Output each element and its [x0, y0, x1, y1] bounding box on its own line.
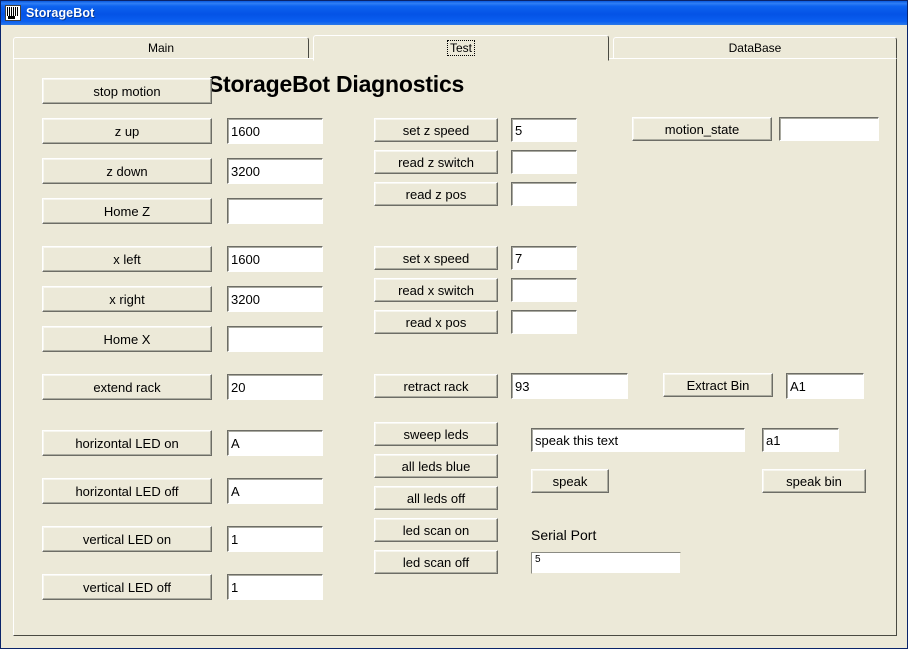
sweep-leds-button[interactable]: sweep leds	[374, 422, 498, 446]
read-x-switch-button[interactable]: read x switch	[374, 278, 498, 302]
retract-rack-button[interactable]: retract rack	[374, 374, 498, 398]
z-up-button[interactable]: z up	[42, 118, 212, 144]
vertical-led-on-field[interactable]: 1	[227, 526, 323, 552]
storage-grid-icon	[5, 5, 21, 21]
set-z-speed-button[interactable]: set z speed	[374, 118, 498, 142]
speak-text-field[interactable]: speak this text	[531, 428, 745, 452]
window-title: StorageBot	[26, 6, 95, 20]
horizontal-led-off-field[interactable]: A	[227, 478, 323, 504]
read-z-switch-field[interactable]	[511, 150, 577, 174]
horizontal-led-off-button[interactable]: horizontal LED off	[42, 478, 212, 504]
read-z-switch-button[interactable]: read z switch	[374, 150, 498, 174]
home-x-field[interactable]	[227, 326, 323, 352]
set-z-speed-field[interactable]: 5	[511, 118, 577, 142]
x-right-field[interactable]: 3200	[227, 286, 323, 312]
test-tab-panel: StorageBot Diagnostics stop motion z up …	[13, 58, 897, 636]
led-scan-on-button[interactable]: led scan on	[374, 518, 498, 542]
extend-rack-field[interactable]: 20	[227, 374, 323, 400]
motion-state-button[interactable]: motion_state	[632, 117, 772, 141]
read-x-switch-field[interactable]	[511, 278, 577, 302]
x-left-button[interactable]: x left	[42, 246, 212, 272]
stop-motion-button[interactable]: stop motion	[42, 78, 212, 104]
vertical-led-off-field[interactable]: 1	[227, 574, 323, 600]
z-down-field[interactable]: 3200	[227, 158, 323, 184]
set-x-speed-button[interactable]: set x speed	[374, 246, 498, 270]
z-up-field[interactable]: 1600	[227, 118, 323, 144]
motion-state-field[interactable]	[779, 117, 879, 141]
horizontal-led-on-button[interactable]: horizontal LED on	[42, 430, 212, 456]
read-z-pos-field[interactable]	[511, 182, 577, 206]
vertical-led-on-button[interactable]: vertical LED on	[42, 526, 212, 552]
vertical-led-off-button[interactable]: vertical LED off	[42, 574, 212, 600]
horizontal-led-on-field[interactable]: A	[227, 430, 323, 456]
x-right-button[interactable]: x right	[42, 286, 212, 312]
tab-database-label: DataBase	[728, 41, 782, 55]
led-scan-off-button[interactable]: led scan off	[374, 550, 498, 574]
tab-test-label: Test	[446, 40, 475, 56]
title-bar: StorageBot	[1, 1, 907, 25]
serial-port-field[interactable]: 5	[531, 552, 681, 574]
tab-strip: Main Test DataBase	[13, 35, 897, 61]
retract-rack-field[interactable]: 93	[511, 373, 628, 399]
set-x-speed-field[interactable]: 7	[511, 246, 577, 270]
home-z-field[interactable]	[227, 198, 323, 224]
all-leds-off-button[interactable]: all leds off	[374, 486, 498, 510]
home-x-button[interactable]: Home X	[42, 326, 212, 352]
z-down-button[interactable]: z down	[42, 158, 212, 184]
extract-bin-field[interactable]: A1	[786, 373, 864, 399]
all-leds-blue-button[interactable]: all leds blue	[374, 454, 498, 478]
read-x-pos-button[interactable]: read x pos	[374, 310, 498, 334]
tab-test[interactable]: Test	[313, 35, 609, 61]
speak-bin-field[interactable]: a1	[762, 428, 839, 452]
storagebot-window: StorageBot Main Test DataBase StorageBot…	[0, 0, 908, 649]
tab-main-label: Main	[147, 41, 174, 55]
home-z-button[interactable]: Home Z	[42, 198, 212, 224]
extend-rack-button[interactable]: extend rack	[42, 374, 212, 400]
tab-main[interactable]: Main	[13, 37, 309, 59]
serial-port-label: Serial Port	[531, 527, 597, 543]
speak-bin-button[interactable]: speak bin	[762, 469, 866, 493]
tab-database[interactable]: DataBase	[613, 37, 897, 59]
read-z-pos-button[interactable]: read z pos	[374, 182, 498, 206]
read-x-pos-field[interactable]	[511, 310, 577, 334]
extract-bin-button[interactable]: Extract Bin	[663, 373, 773, 397]
x-left-field[interactable]: 1600	[227, 246, 323, 272]
speak-button[interactable]: speak	[531, 469, 609, 493]
